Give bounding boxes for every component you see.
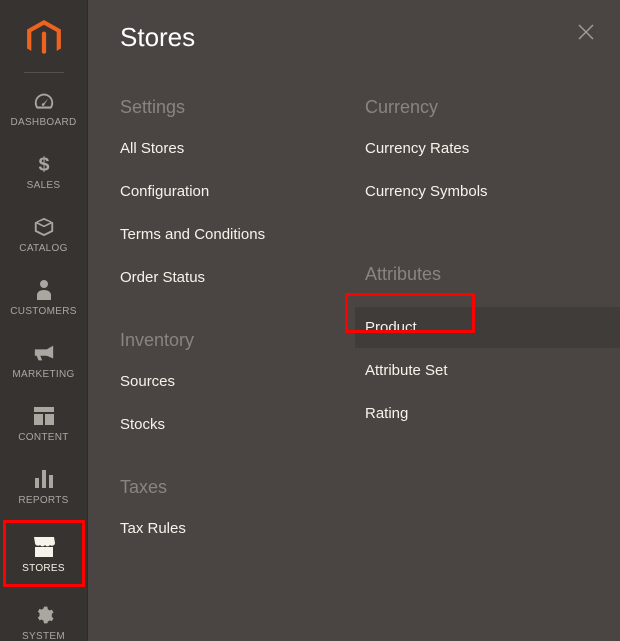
section-currency: Currency Currency Rates Currency Symbols	[365, 97, 610, 200]
sidebar-item-label: SALES	[27, 180, 61, 191]
sidebar-item-label: SYSTEM	[22, 631, 65, 641]
sidebar-item-dashboard[interactable]: DASHBOARD	[8, 79, 80, 136]
link-all-stores[interactable]: All Stores	[120, 140, 365, 157]
dollar-icon: $	[35, 152, 53, 176]
link-terms-and-conditions[interactable]: Terms and Conditions	[120, 226, 365, 243]
sidebar-item-system[interactable]: SYSTEM	[8, 593, 80, 641]
attributes-heading: Attributes	[365, 264, 610, 285]
section-attributes: Attributes Product Attribute Set Rating	[365, 264, 610, 422]
sidebar-item-stores[interactable]: STORES	[8, 525, 80, 582]
section-taxes: Taxes Tax Rules	[120, 477, 365, 537]
person-icon	[36, 278, 52, 302]
sidebar-item-reports[interactable]: REPORTS	[8, 457, 80, 514]
sidebar-item-content[interactable]: CONTENT	[8, 394, 80, 451]
section-inventory: Inventory Sources Stocks	[120, 330, 365, 433]
bar-chart-icon	[34, 467, 54, 491]
layout-icon	[34, 404, 54, 428]
link-currency-rates[interactable]: Currency Rates	[365, 140, 610, 157]
magento-logo[interactable]	[27, 20, 61, 58]
link-currency-symbols[interactable]: Currency Symbols	[365, 183, 610, 200]
sidebar-item-label: MARKETING	[12, 369, 74, 380]
sidebar-item-label: CUSTOMERS	[10, 306, 76, 317]
stores-flyout-panel: Stores Settings All Stores Configuration…	[88, 0, 620, 641]
link-tax-rules[interactable]: Tax Rules	[120, 520, 365, 537]
sidebar-item-marketing[interactable]: MARKETING	[8, 331, 80, 388]
link-order-status[interactable]: Order Status	[120, 269, 365, 286]
sidebar-item-customers[interactable]: CUSTOMERS	[8, 268, 80, 325]
magento-logo-icon	[27, 20, 61, 58]
stores-highlight-box: STORES	[3, 520, 85, 587]
sidebar-item-label: DASHBOARD	[10, 117, 76, 128]
sidebar-item-label: STORES	[22, 563, 65, 574]
panel-left-column: Settings All Stores Configuration Terms …	[120, 97, 365, 581]
gauge-icon	[33, 89, 55, 113]
inventory-heading: Inventory	[120, 330, 365, 351]
panel-title: Stores	[88, 22, 620, 53]
currency-heading: Currency	[365, 97, 610, 118]
section-settings: Settings All Stores Configuration Terms …	[120, 97, 365, 286]
settings-heading: Settings	[120, 97, 365, 118]
link-product-row: Product	[355, 307, 620, 348]
sidebar-item-catalog[interactable]: CATALOG	[8, 205, 80, 262]
link-configuration[interactable]: Configuration	[120, 183, 365, 200]
close-icon	[576, 22, 596, 42]
link-sources[interactable]: Sources	[120, 373, 365, 390]
gear-icon	[34, 603, 54, 627]
admin-sidebar: DASHBOARD $ SALES CATALOG CUSTOMERS MARK…	[0, 0, 88, 641]
link-stocks[interactable]: Stocks	[120, 416, 365, 433]
sidebar-item-label: CATALOG	[19, 243, 67, 254]
panel-right-column: Currency Currency Rates Currency Symbols…	[365, 97, 610, 581]
link-rating[interactable]: Rating	[365, 405, 610, 422]
sidebar-item-label: CONTENT	[18, 432, 68, 443]
storefront-icon	[33, 535, 55, 559]
sidebar-item-sales[interactable]: $ SALES	[8, 142, 80, 199]
link-product[interactable]: Product	[365, 319, 620, 336]
link-attribute-set[interactable]: Attribute Set	[365, 362, 610, 379]
box-icon	[33, 215, 55, 239]
close-button[interactable]	[576, 22, 596, 47]
sidebar-item-label: REPORTS	[18, 495, 68, 506]
svg-text:$: $	[38, 154, 49, 175]
taxes-heading: Taxes	[120, 477, 365, 498]
sidebar-separator	[24, 72, 64, 73]
megaphone-icon	[33, 341, 55, 365]
